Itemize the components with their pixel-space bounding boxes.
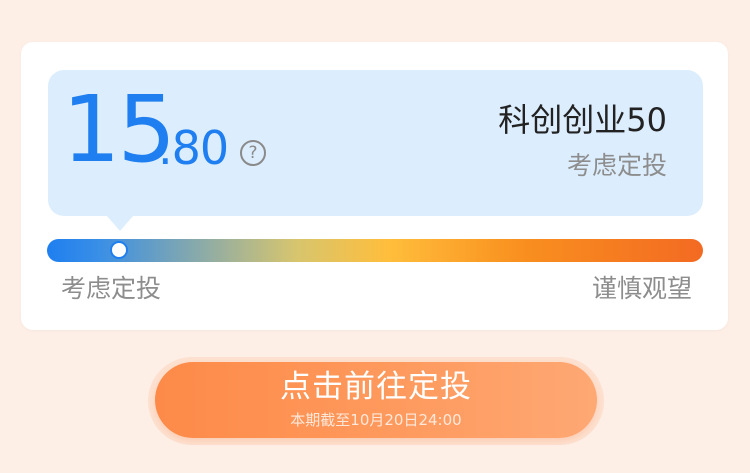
go-invest-button-label: 点击前往定投 [280, 369, 472, 405]
info-box-pointer [106, 215, 134, 231]
valuation-value-integer: 15 [62, 76, 176, 183]
valuation-gauge-bar [47, 239, 703, 262]
valuation-card: 15 .80 ? 科创创业50 考虑定投 考虑定投 谨慎观望 [21, 42, 728, 330]
question-circle-icon[interactable]: ? [240, 140, 266, 166]
gauge-left-label: 考虑定投 [61, 274, 162, 303]
gauge-right-label: 谨慎观望 [591, 274, 692, 303]
index-status: 考虑定投 [566, 151, 667, 180]
go-invest-button[interactable]: 点击前往定投 本期截至10月20日24:00 [155, 362, 597, 438]
valuation-info-box: 15 .80 ? 科创创业50 考虑定投 [48, 70, 703, 231]
valuation-gauge-marker [110, 241, 129, 259]
index-name: 科创创业50 [498, 101, 667, 139]
go-invest-deadline: 本期截至10月20日24:00 [290, 411, 462, 429]
valuation-value-decimal: .80 [158, 121, 229, 175]
